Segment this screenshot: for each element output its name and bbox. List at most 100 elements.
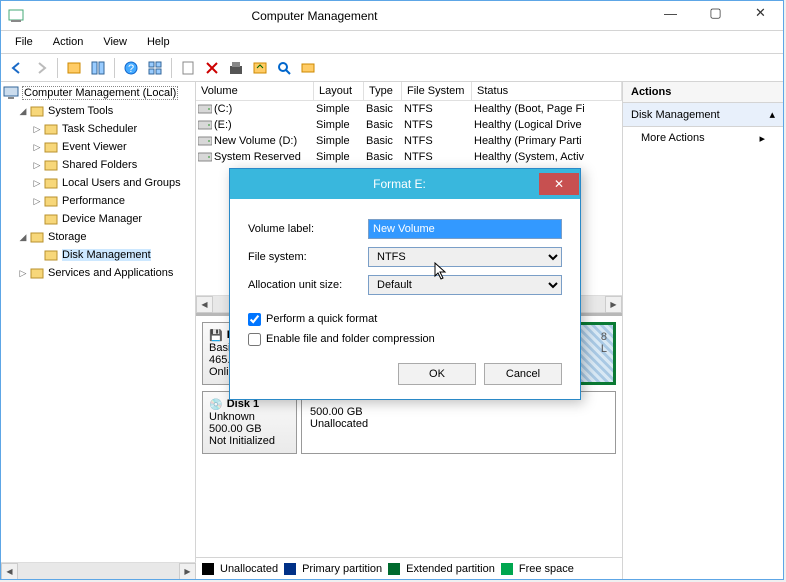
menu-file[interactable]: File: [7, 33, 41, 51]
maximize-button[interactable]: ▢: [693, 3, 738, 23]
actions-header: Actions: [623, 82, 783, 103]
compression-label: Enable file and folder compression: [266, 333, 435, 345]
chevron-right-icon: ▸: [759, 132, 765, 145]
tree-item-storage[interactable]: ◢Storage: [3, 228, 193, 246]
disk-1-unallocated[interactable]: 500.00 GB Unallocated: [302, 392, 615, 453]
volume-headers[interactable]: Volume Layout Type File System Status: [196, 82, 622, 101]
legend-swatch: [284, 563, 296, 575]
filesystem-label: File system:: [248, 251, 368, 263]
drive-icon: [198, 151, 212, 163]
volume-label-input[interactable]: [368, 219, 562, 239]
expand-icon[interactable]: ◢: [17, 106, 29, 117]
toolbar: ?: [1, 54, 783, 82]
scroll-right-icon[interactable]: ▶: [605, 296, 622, 313]
expand-icon[interactable]: ▷: [31, 178, 43, 189]
tb-icon-2[interactable]: [87, 57, 109, 79]
scroll-left-icon[interactable]: ◀: [196, 296, 213, 313]
tree-node-icon: [29, 103, 45, 119]
tree-root[interactable]: Computer Management (Local): [3, 84, 193, 102]
quick-format-checkbox[interactable]: [248, 313, 261, 326]
tree-node-icon: [43, 139, 59, 155]
tree-node-icon: [43, 175, 59, 191]
format-dialog: Format E: ✕ Volume label: File system: N…: [229, 168, 581, 400]
tb-icon-1[interactable]: [63, 57, 85, 79]
help-button[interactable]: ?: [120, 57, 142, 79]
legend-label: Primary partition: [302, 563, 382, 575]
tb-icon-9[interactable]: [297, 57, 319, 79]
tb-icon-6[interactable]: [225, 57, 247, 79]
allocation-label: Allocation unit size:: [248, 279, 368, 291]
tree-pane[interactable]: Computer Management (Local) ◢System Tool…: [1, 82, 196, 562]
tree-item-local-users-and-groups[interactable]: ▷Local Users and Groups: [3, 174, 193, 192]
forward-button[interactable]: [30, 57, 52, 79]
menu-action[interactable]: Action: [45, 33, 92, 51]
collapse-icon[interactable]: ▴: [769, 108, 775, 121]
tree-node-icon: [43, 211, 59, 227]
allocation-select[interactable]: Default: [368, 275, 562, 295]
expand-icon[interactable]: ▷: [31, 160, 43, 171]
back-button[interactable]: [6, 57, 28, 79]
expand-icon[interactable]: ▷: [31, 196, 43, 207]
tree-item-shared-folders[interactable]: ▷Shared Folders: [3, 156, 193, 174]
col-fs[interactable]: File System: [402, 82, 472, 100]
tree-item-event-viewer[interactable]: ▷Event Viewer: [3, 138, 193, 156]
drive-icon: [198, 119, 212, 131]
computer-icon: [3, 85, 19, 101]
dialog-close-button[interactable]: ✕: [539, 173, 579, 195]
expand-icon[interactable]: ▷: [17, 268, 29, 279]
disk-1-label: 💿Disk 1 Unknown 500.00 GB Not Initialize…: [202, 391, 297, 454]
legend-label: Unallocated: [220, 563, 278, 575]
tb-icon-5[interactable]: [177, 57, 199, 79]
tb-icon-7[interactable]: [249, 57, 271, 79]
scroll-left-icon[interactable]: ◀: [1, 563, 18, 579]
tree-item-task-scheduler[interactable]: ▷Task Scheduler: [3, 120, 193, 138]
actions-pane: Actions Disk Management ▴ More Actions ▸: [623, 82, 783, 579]
legend-swatch: [202, 563, 214, 575]
ok-button[interactable]: OK: [398, 363, 476, 385]
disk-icon: 💾: [209, 329, 223, 342]
tree-node-icon: [29, 265, 45, 281]
tree-item-performance[interactable]: ▷Performance: [3, 192, 193, 210]
volume-row[interactable]: System ReservedSimpleBasicNTFSHealthy (S…: [196, 149, 622, 165]
volume-row[interactable]: (C:)SimpleBasicNTFSHealthy (Boot, Page F…: [196, 101, 622, 117]
tb-icon-8[interactable]: [273, 57, 295, 79]
legend-swatch: [501, 563, 513, 575]
menubar: File Action View Help: [1, 31, 783, 54]
tree-node-icon: [43, 121, 59, 137]
col-status[interactable]: Status: [472, 82, 622, 100]
dialog-titlebar[interactable]: Format E: ✕: [230, 169, 580, 199]
tb-icon-4[interactable]: [144, 57, 166, 79]
tree-item-device-manager[interactable]: Device Manager: [3, 210, 193, 228]
more-actions-link[interactable]: More Actions ▸: [623, 127, 783, 150]
minimize-button[interactable]: —: [648, 3, 693, 23]
tree-node-icon: [43, 157, 59, 173]
legend-label: Free space: [519, 563, 574, 575]
tb-delete-icon[interactable]: [201, 57, 223, 79]
expand-icon[interactable]: ◢: [17, 232, 29, 243]
titlebar: Computer Management — ▢ ✕: [1, 1, 783, 31]
col-volume[interactable]: Volume: [196, 82, 314, 100]
legend: UnallocatedPrimary partitionExtended par…: [196, 557, 622, 579]
close-button[interactable]: ✕: [738, 3, 783, 23]
scroll-right-icon[interactable]: ▶: [179, 563, 196, 579]
tree-node-icon: [29, 229, 45, 245]
col-type[interactable]: Type: [364, 82, 402, 100]
cancel-button[interactable]: Cancel: [484, 363, 562, 385]
menu-help[interactable]: Help: [139, 33, 178, 51]
volume-row[interactable]: New Volume (D:)SimpleBasicNTFSHealthy (P…: [196, 133, 622, 149]
compression-checkbox[interactable]: [248, 333, 261, 346]
volume-row[interactable]: (E:)SimpleBasicNTFSHealthy (Logical Driv…: [196, 117, 622, 133]
actions-section[interactable]: Disk Management ▴: [623, 103, 783, 127]
filesystem-select[interactable]: NTFS: [368, 247, 562, 267]
quick-format-label: Perform a quick format: [266, 313, 377, 325]
menu-view[interactable]: View: [95, 33, 135, 51]
col-layout[interactable]: Layout: [314, 82, 364, 100]
tree-item-disk-management[interactable]: Disk Management: [3, 246, 193, 264]
disk-1-row[interactable]: 💿Disk 1 Unknown 500.00 GB Not Initialize…: [202, 391, 616, 454]
tree-scrollbar[interactable]: ◀ ▶: [1, 562, 196, 579]
tree-item-services-and-applications[interactable]: ▷Services and Applications: [3, 264, 193, 282]
expand-icon[interactable]: ▷: [31, 142, 43, 153]
tree-item-system-tools[interactable]: ◢System Tools: [3, 102, 193, 120]
drive-icon: [198, 135, 212, 147]
expand-icon[interactable]: ▷: [31, 124, 43, 135]
